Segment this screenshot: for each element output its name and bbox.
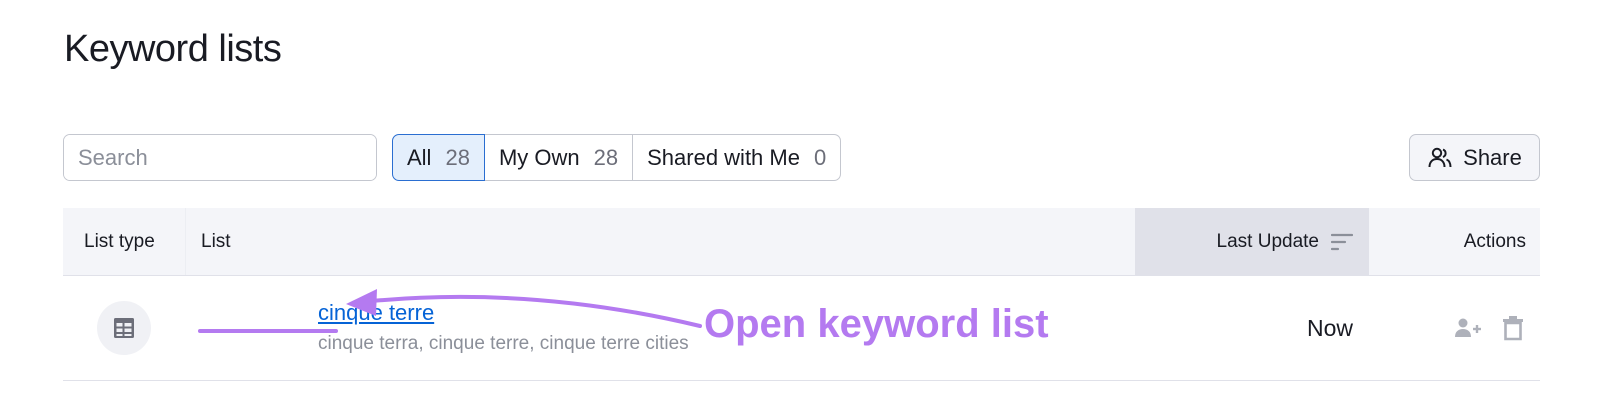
search-input[interactable] <box>64 135 376 180</box>
tab-all[interactable]: All 28 <box>392 134 485 181</box>
tab-count: 0 <box>813 144 827 170</box>
tab-my-own[interactable]: My Own 28 <box>484 134 634 181</box>
keyword-lists-table: List type List Last Update Actions cinqu… <box>63 208 1540 381</box>
tab-label: My Own <box>498 144 580 170</box>
page-title: Keyword lists <box>64 28 282 70</box>
search-box <box>63 134 377 181</box>
column-header-label: Last Update <box>1216 230 1319 252</box>
sort-icon <box>1331 233 1353 250</box>
share-button-label: Share <box>1463 144 1522 170</box>
share-button[interactable]: Share <box>1409 134 1540 181</box>
table-header: List type List Last Update Actions <box>63 208 1540 276</box>
filter-tabs: All 28 My Own 28 Shared with Me 0 <box>392 134 842 181</box>
tab-label: Shared with Me <box>647 144 800 170</box>
column-header-list: List <box>185 208 1135 275</box>
tab-label: All <box>407 144 432 170</box>
annotation-label: Open keyword list <box>704 302 1049 346</box>
tab-count: 28 <box>445 144 470 170</box>
add-user-icon[interactable] <box>1454 316 1482 340</box>
last-update-cell: Now <box>1306 314 1353 341</box>
trash-icon[interactable] <box>1502 315 1524 341</box>
table-list-icon <box>114 318 134 338</box>
toolbar: All 28 My Own 28 Shared with Me 0 <box>63 134 842 181</box>
share-users-icon <box>1428 147 1452 167</box>
list-keywords: cinque terra, cinque terre, cinque terre… <box>318 333 689 354</box>
list-type-cell <box>63 276 185 380</box>
actions-cell <box>1369 276 1540 380</box>
column-header-actions: Actions <box>1463 230 1526 252</box>
tab-count: 28 <box>593 144 619 170</box>
column-header-last-update[interactable]: Last Update <box>1135 208 1369 275</box>
tab-shared-with-me[interactable]: Shared with Me 0 <box>633 134 842 181</box>
list-name-link[interactable]: cinque terre <box>318 300 434 326</box>
column-header-list-type: List type <box>84 230 155 252</box>
list-type-badge <box>97 301 151 355</box>
